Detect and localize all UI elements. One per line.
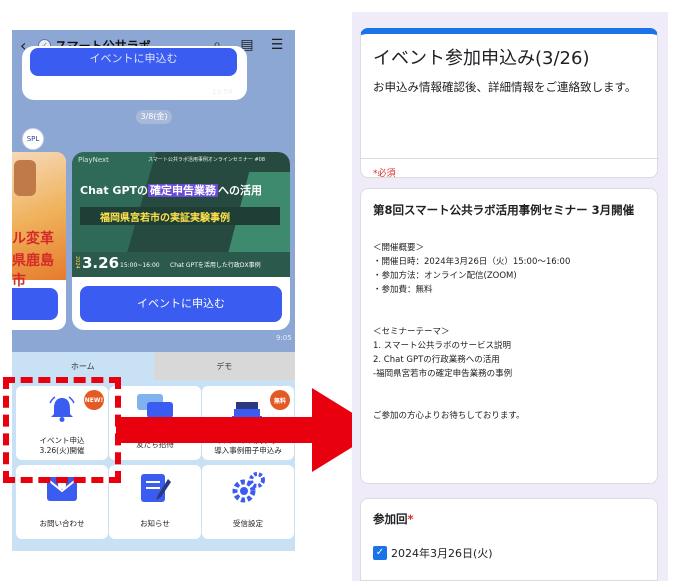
- message-time: 9:05: [276, 334, 292, 342]
- question-text: 参加回: [373, 512, 408, 526]
- carousel-card-event: PlayNext スマート公共ラボ活用事例オンラインセミナー #08 Chat …: [72, 152, 290, 330]
- form-description: お申込み情報確認後、詳細情報をご連絡致します。: [373, 80, 637, 94]
- banner-time: 15:00~16:00: [120, 262, 160, 269]
- menu-tile-news[interactable]: お知らせ: [109, 465, 201, 539]
- tile-label: お問い合わせ: [39, 519, 85, 528]
- form-info-card: 第8回スマート公共ラボ活用事例セミナー 3月開催 ＜開催概要＞ ・開催日時：20…: [360, 188, 658, 484]
- red-arrow: [116, 388, 380, 472]
- previous-apply-button[interactable]: イベントに申込む: [30, 48, 237, 76]
- form-question-card: 参加回* ✓ 2024年3月26日(火): [360, 498, 658, 581]
- banner-subtitle: スマート公共ラボ活用事例オンラインセミナー #08: [148, 157, 265, 163]
- google-form: イベント参加申込み(3/26) お申込み情報確認後、詳細情報をご連絡致します。 …: [352, 12, 668, 581]
- form-header-card: イベント参加申込み(3/26) お申込み情報確認後、詳細情報をご連絡致します。 …: [360, 28, 659, 179]
- message-time: 13:59: [212, 88, 233, 96]
- event-banner-image[interactable]: PlayNext スマート公共ラボ活用事例オンラインセミナー #08 Chat …: [72, 152, 290, 277]
- tab-home[interactable]: ホーム: [12, 352, 154, 380]
- checkbox-checked[interactable]: ✓: [373, 546, 387, 560]
- question-label: 参加回*: [373, 511, 414, 527]
- edit-note-icon: [141, 474, 171, 502]
- person-image: [14, 160, 36, 196]
- card-text-line2: 県鹿島市: [12, 253, 54, 289]
- apply-event-button[interactable]: イベントに申込む: [80, 286, 282, 322]
- required-star: *: [407, 512, 414, 526]
- gear-icon: [232, 472, 265, 503]
- headline-part: Chat GPT: [80, 184, 138, 197]
- headline-part: への活用: [218, 184, 263, 197]
- headline-part: の: [137, 184, 149, 197]
- card-button-previous[interactable]: [12, 288, 58, 320]
- divider: [361, 158, 659, 159]
- card-text-line1: ル変革: [12, 231, 54, 247]
- info-title: 第8回スマート公共ラボ活用事例セミナー 3月開催: [373, 203, 635, 217]
- option-label: 2024年3月26日(火): [391, 547, 493, 560]
- required-note: *必須: [373, 169, 396, 179]
- banner-brand: PlayNext: [78, 156, 109, 164]
- highlight-dashed-box: [3, 377, 121, 483]
- option-row[interactable]: ✓ 2024年3月26日(火): [373, 545, 493, 561]
- menu-tile-settings[interactable]: 受信設定: [202, 465, 294, 539]
- tab-demo[interactable]: デモ: [153, 352, 295, 380]
- headline-highlight: 確定申告業務: [148, 184, 219, 197]
- carousel-card-previous[interactable]: ル変革 県鹿島市: [12, 152, 66, 330]
- banner-subheadline: 福岡県宮若市の実証実験事例: [100, 213, 230, 224]
- banner-headline: Chat GPTの 確定申告業務 への活用: [80, 182, 286, 201]
- avatar[interactable]: SPL: [22, 128, 44, 150]
- tile-label: 受信設定: [233, 519, 263, 528]
- menu-icon[interactable]: ☰: [269, 36, 285, 54]
- info-body: ＜開催概要＞ ・開催日時：2024年3月26日（火）15:00～16:00 ・参…: [373, 243, 571, 421]
- date-separator: 3/8(金): [136, 110, 172, 124]
- form-title: イベント参加申込み(3/26): [373, 48, 590, 69]
- rich-menu-tabs: ホーム デモ: [12, 352, 295, 380]
- banner-year: 2024: [74, 256, 80, 269]
- tile-label: お知らせ: [140, 519, 170, 528]
- banner-date: 3.26: [82, 254, 120, 272]
- banner-tag: Chat GPTを活用した行政DX事例: [170, 262, 261, 269]
